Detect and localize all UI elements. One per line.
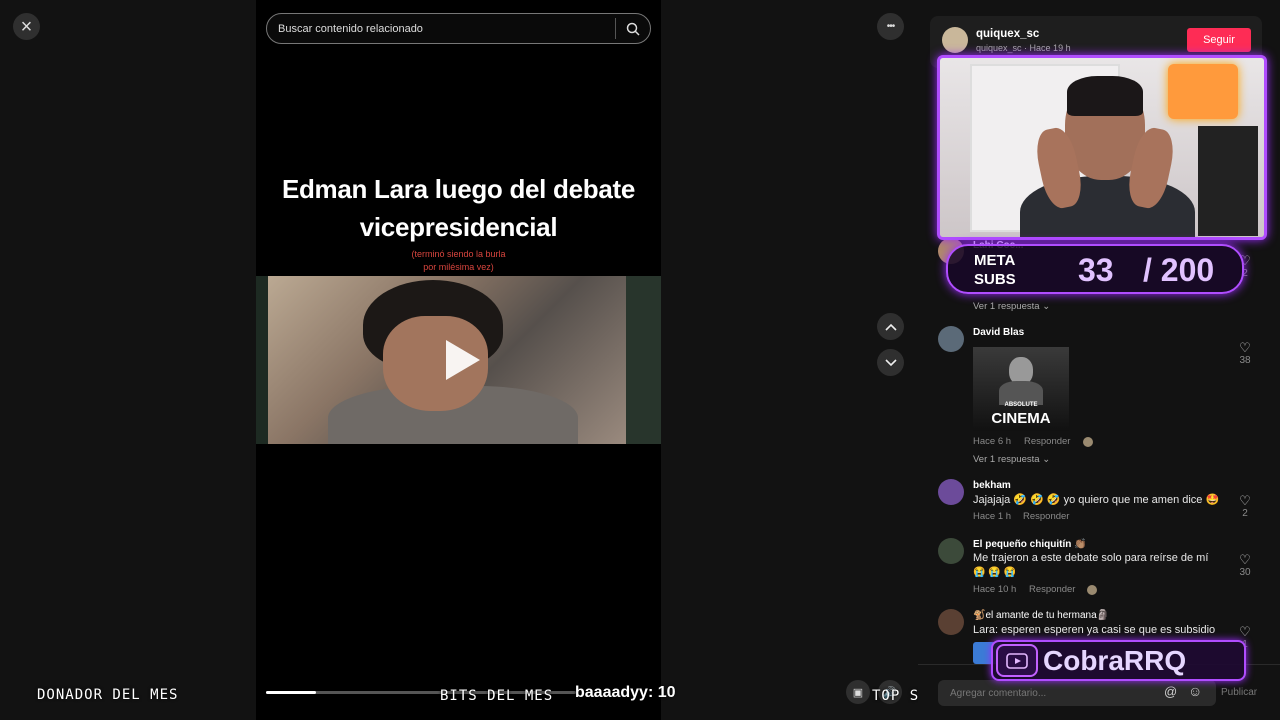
pip-button[interactable]: ▣	[846, 680, 870, 704]
view-replies-label: Ver 1 respuesta	[973, 454, 1040, 465]
headline-line-1: Edman Lara luego del debate	[281, 174, 636, 204]
comment-avatar[interactable]	[938, 479, 964, 505]
search-bar[interactable]	[266, 13, 651, 44]
next-video-button[interactable]	[877, 349, 904, 376]
reply-button[interactable]: Responder	[1023, 511, 1069, 522]
subhead-line-2: por milésima vez)	[423, 262, 494, 272]
heart-icon: ♡	[1239, 624, 1251, 639]
comment-like[interactable]: ♡ 2	[1237, 493, 1253, 520]
post-time: Hace 19 h	[1029, 43, 1071, 53]
chevron-down-icon: ⌄	[1042, 454, 1051, 465]
sub-goal-label: META SUBS	[974, 251, 1016, 289]
comment-input[interactable]	[938, 680, 1158, 706]
comment-time: Hace 1 h	[973, 511, 1012, 522]
comment-image-caption-small: ABSOLUTE	[1004, 402, 1038, 408]
heart-icon: ♡	[1239, 552, 1251, 567]
more-options-button[interactable]: •••	[877, 13, 904, 40]
pip-icon: ▣	[852, 686, 864, 699]
view-replies[interactable]: Ver 1 respuesta ⌄	[973, 301, 1050, 312]
streamer-hair	[1067, 76, 1143, 116]
video-subheadline: (terminó siendo la burla por milésima ve…	[256, 248, 661, 274]
comment-image-caption: CINEMA	[991, 410, 1051, 427]
author-avatar[interactable]	[942, 27, 968, 53]
creator-liked-avatar	[1087, 585, 1097, 595]
sub-goal-label-line-1: META	[974, 252, 1016, 269]
author-subline: quiquex_sc · Hace 19 h	[976, 43, 1071, 53]
comment-avatar[interactable]	[938, 538, 964, 564]
comment-image[interactable]: ABSOLUTE CINEMA	[973, 347, 1069, 431]
comment-text-line-1: Me trajeron a este debate solo para reír…	[973, 552, 1209, 564]
follow-button[interactable]: Seguir	[1187, 28, 1251, 52]
chevron-up-icon	[884, 323, 897, 331]
donador-label: DONADOR DEL MES	[37, 687, 179, 703]
webcam-pc-case	[1198, 126, 1258, 236]
author-handle: quiquex_sc	[976, 43, 1022, 53]
channel-badge: CobraRRQ	[991, 640, 1246, 681]
video-progress-fill	[266, 691, 316, 694]
channel-badge-name: CobraRRQ	[1043, 645, 1187, 676]
sub-goal-current: 33	[1078, 252, 1114, 288]
creator-liked-avatar	[1083, 437, 1093, 447]
search-button[interactable]	[616, 14, 650, 43]
comment-like[interactable]: ♡ 30	[1237, 552, 1253, 579]
reply-button[interactable]: Responder	[1024, 436, 1070, 447]
reply-button[interactable]: Responder	[1029, 584, 1075, 595]
search-input[interactable]	[267, 22, 615, 35]
youtube-icon	[996, 644, 1038, 677]
like-count: 2	[1242, 508, 1248, 519]
bits-label: BITS DEL MES	[440, 688, 554, 704]
comment-author[interactable]: El pequeño chiquitín 👏🏽	[973, 539, 1087, 550]
mention-icon[interactable]: @	[1164, 684, 1177, 699]
like-count: 30	[1239, 567, 1251, 578]
headline-line-2: vicepresidencial	[359, 212, 558, 242]
comment-avatar[interactable]	[938, 326, 964, 352]
chevron-down-icon: ⌄	[1042, 301, 1051, 312]
youtube-play-glyph	[1006, 652, 1028, 669]
chevron-down-icon	[884, 358, 897, 366]
webcam-neon-sign	[1168, 64, 1238, 119]
comment-time: Hace 10 h	[973, 584, 1017, 595]
comment-author[interactable]: bekham	[973, 480, 1011, 491]
sub-goal-label-line-2: SUBS	[974, 271, 1016, 288]
sub-goal-widget: META SUBS 33 / 200	[946, 244, 1244, 294]
comment-avatar[interactable]	[938, 609, 964, 635]
comment-time: Hace 6 h	[973, 436, 1012, 447]
comment-text: Jajajaja 🤣 🤣 🤣 yo quiero que me amen dic…	[973, 494, 1220, 506]
author-name[interactable]: quiquex_sc	[976, 28, 1039, 40]
close-icon: ×	[20, 15, 33, 38]
heart-icon: ♡	[1239, 493, 1251, 508]
video-headline: Edman Lara luego del debate vicepresiden…	[256, 170, 661, 246]
previous-video-button[interactable]	[877, 313, 904, 340]
comment-author[interactable]: David Blas	[973, 327, 1024, 338]
thumbnail-side-strip	[626, 276, 661, 444]
webcam-overlay	[937, 55, 1267, 240]
like-count: 38	[1239, 355, 1251, 366]
publish-button[interactable]: Publicar	[1221, 687, 1257, 698]
bits-value: baaaadyy: 10	[575, 684, 676, 701]
comment-like[interactable]: ♡ 38	[1237, 340, 1253, 367]
comment-text-line-2: 😭 😭 😭	[973, 567, 1016, 578]
emoji-icon[interactable]: ☺	[1188, 683, 1202, 699]
comment-text: Lara: esperen esperen ya casi se que es …	[973, 624, 1216, 636]
close-button[interactable]: ×	[13, 13, 40, 40]
more-icon: •••	[886, 21, 895, 32]
comment-author[interactable]: 🐒el amante de tu hermana🗿	[973, 610, 1109, 621]
view-replies[interactable]: Ver 1 respuesta ⌄	[973, 454, 1050, 465]
play-icon[interactable]	[446, 340, 480, 380]
sub-goal-target: / 200	[1143, 252, 1215, 288]
view-replies-label: Ver 1 respuesta	[973, 301, 1040, 312]
subhead-line-1: (terminó siendo la burla	[411, 249, 506, 259]
search-icon	[626, 22, 640, 36]
heart-icon: ♡	[1239, 340, 1251, 355]
